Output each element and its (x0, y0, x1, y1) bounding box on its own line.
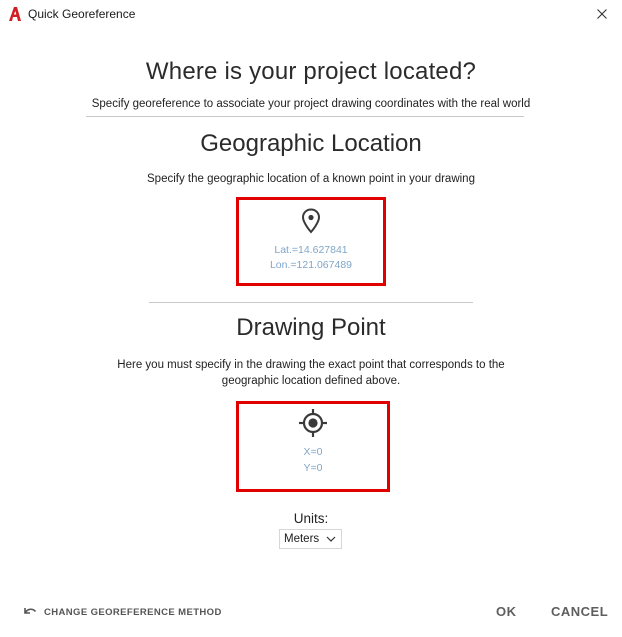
change-georeference-method-button[interactable]: CHANGE GEOREFERENCE METHOD (22, 604, 222, 620)
section-divider (149, 302, 473, 303)
page-title: Where is your project located? (145, 58, 477, 85)
drawing-point-heading: Drawing Point (236, 314, 386, 341)
window-title: Quick Georeference (28, 7, 136, 21)
chevron-down-icon (326, 536, 336, 542)
units-label: Units: (293, 511, 329, 526)
drawing-point-description-line1: Here you must specify in the drawing the… (117, 359, 505, 371)
ok-button[interactable]: OK (496, 604, 517, 619)
page-subtitle: Specify georeference to associate your p… (91, 98, 531, 110)
cancel-button[interactable]: CANCEL (551, 604, 608, 619)
units-selected-value: Meters (284, 533, 320, 545)
location-pin-icon (301, 208, 321, 234)
undo-arrow-icon (24, 608, 37, 614)
units-dropdown[interactable]: Meters (279, 529, 342, 549)
close-button[interactable] (590, 3, 614, 25)
subtitle-underline (86, 116, 524, 117)
target-icon (299, 409, 327, 437)
latitude-value: Lat.=14.627841 (274, 244, 348, 256)
geographic-location-description: Specify the geographic location of a kno… (147, 173, 475, 185)
x-value: X=0 (303, 446, 323, 458)
longitude-value: Lon.=121.067489 (269, 259, 353, 271)
drawing-point-picker[interactable]: X=0 Y=0 (236, 401, 390, 492)
geographic-location-heading: Geographic Location (200, 130, 422, 157)
close-icon (597, 9, 607, 19)
geographic-location-picker[interactable]: Lat.=14.627841 Lon.=121.067489 (236, 197, 386, 286)
drawing-point-description-line2: geographic location defined above. (221, 375, 401, 387)
y-value: Y=0 (303, 462, 323, 474)
title-bar: Quick Georeference (0, 0, 622, 30)
change-georeference-method-label: CHANGE GEOREFERENCE METHOD (44, 606, 222, 618)
autocad-icon (9, 7, 21, 21)
drawing-point-description: Here you must specify in the drawing the… (0, 357, 622, 389)
